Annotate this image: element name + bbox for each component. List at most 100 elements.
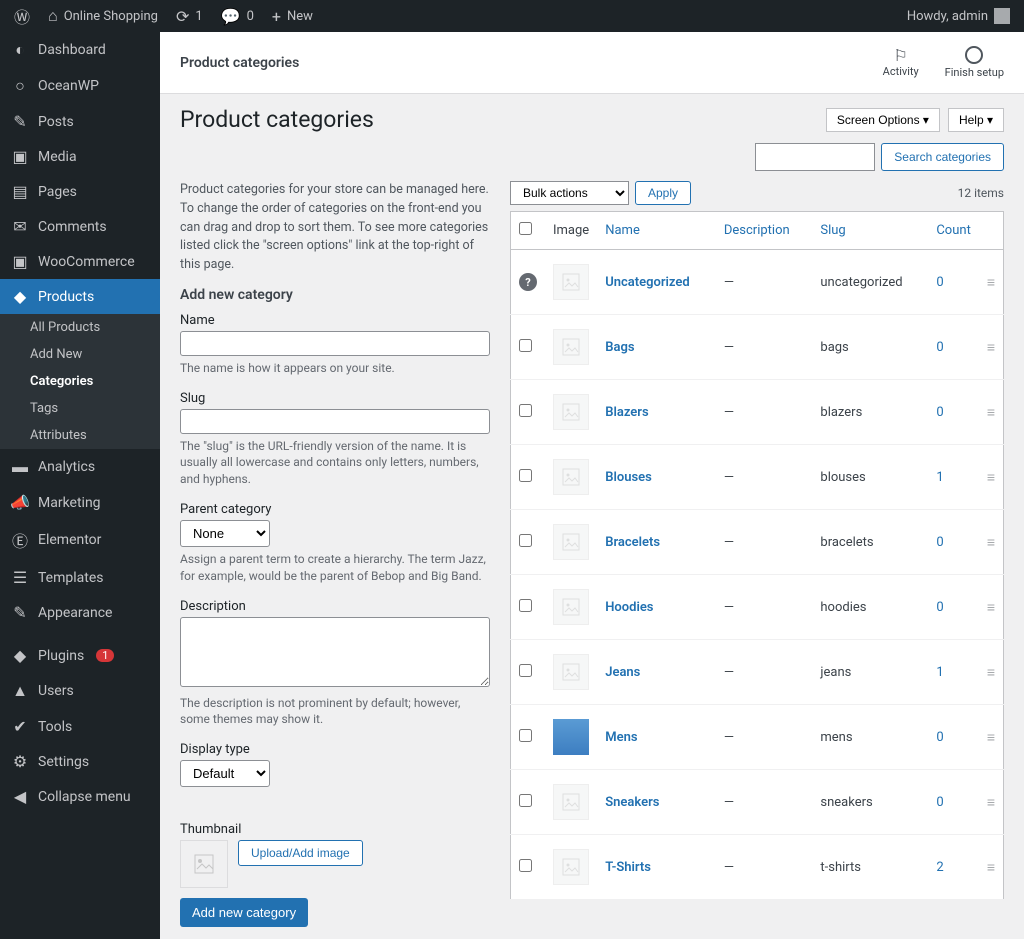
sidebar-item-tools[interactable]: ✔Tools [0, 709, 160, 744]
drag-handle-icon[interactable]: ≡ [987, 275, 995, 291]
sidebar-item-oceanwp[interactable]: ○OceanWP [0, 68, 160, 104]
drag-handle-icon[interactable]: ≡ [987, 795, 995, 811]
th-slug[interactable]: Slug [820, 223, 845, 238]
th-count[interactable]: Count [936, 223, 970, 238]
sidebar-item-collapse-menu[interactable]: ◀Collapse menu [0, 779, 160, 814]
bulk-actions-select[interactable]: Bulk actions [510, 181, 629, 205]
table-row: ?Uncategorized—uncategorized0≡ [511, 250, 1004, 315]
sidebar-item-products[interactable]: ◆Products [0, 279, 160, 314]
category-name-link[interactable]: T-Shirts [605, 860, 651, 875]
drag-handle-icon[interactable]: ≡ [987, 470, 995, 486]
slug-input[interactable] [180, 409, 490, 434]
row-checkbox[interactable] [519, 729, 532, 742]
category-name-link[interactable]: Mens [605, 730, 637, 745]
wp-logo[interactable]: Ⓦ [6, 0, 38, 32]
site-link[interactable]: ⌂Online Shopping [40, 0, 166, 32]
sidebar-item-posts[interactable]: ✎Posts [0, 104, 160, 139]
plus-icon: + [272, 7, 281, 26]
row-checkbox[interactable] [519, 794, 532, 807]
sidebar-item-dashboard[interactable]: ◐Dashboard [0, 32, 160, 68]
category-count-link[interactable]: 2 [936, 860, 943, 875]
menu-label: Products [38, 289, 94, 305]
category-name-link[interactable]: Hoodies [605, 600, 653, 615]
drag-handle-icon[interactable]: ≡ [987, 665, 995, 681]
select-all-checkbox[interactable] [519, 222, 532, 235]
category-name-link[interactable]: Sneakers [605, 795, 659, 810]
category-count-link[interactable]: 0 [936, 535, 943, 550]
upload-image-button[interactable]: Upload/Add image [238, 840, 363, 866]
add-category-button[interactable]: Add new category [180, 898, 308, 927]
sidebar-item-woocommerce[interactable]: ▣WooCommerce [0, 244, 160, 279]
category-name-link[interactable]: Bracelets [605, 535, 660, 550]
category-name-link[interactable]: Uncategorized [605, 275, 690, 290]
apply-button[interactable]: Apply [635, 181, 691, 205]
display-type-select[interactable]: Default [180, 760, 270, 787]
category-count-link[interactable]: 1 [936, 665, 943, 680]
sidebar-item-analytics[interactable]: ▬Analytics [0, 449, 160, 485]
table-row: Bracelets—bracelets0≡ [511, 510, 1004, 575]
drag-handle-icon[interactable]: ≡ [987, 405, 995, 421]
search-input[interactable] [755, 143, 875, 171]
submenu-attributes[interactable]: Attributes [0, 422, 160, 449]
sidebar-item-comments[interactable]: ✉Comments [0, 209, 160, 244]
table-row: Mens—mens0≡ [511, 705, 1004, 770]
row-checkbox[interactable] [519, 339, 532, 352]
drag-handle-icon[interactable]: ≡ [987, 340, 995, 356]
sidebar-item-plugins[interactable]: ◆Plugins1 [0, 638, 160, 673]
menu-icon: ◀ [10, 787, 30, 806]
category-count-link[interactable]: 0 [936, 340, 943, 355]
howdy-link[interactable]: Howdy, admin [899, 0, 1018, 32]
row-checkbox[interactable] [519, 599, 532, 612]
description-input[interactable] [180, 617, 490, 687]
sidebar-item-users[interactable]: ▲Users [0, 673, 160, 709]
search-button[interactable]: Search categories [881, 143, 1004, 171]
sidebar-item-marketing[interactable]: 📣Marketing [0, 485, 160, 520]
sidebar-item-media[interactable]: ▣Media [0, 139, 160, 174]
drag-handle-icon[interactable]: ≡ [987, 730, 995, 746]
row-checkbox[interactable] [519, 404, 532, 417]
drag-handle-icon[interactable]: ≡ [987, 860, 995, 876]
th-description[interactable]: Description [724, 223, 790, 238]
row-checkbox[interactable] [519, 534, 532, 547]
submenu-categories[interactable]: Categories [0, 368, 160, 395]
submenu-tags[interactable]: Tags [0, 395, 160, 422]
drag-handle-icon[interactable]: ≡ [987, 535, 995, 551]
menu-label: WooCommerce [38, 254, 135, 270]
thumbnail-placeholder [180, 840, 228, 888]
comments-link[interactable]: 💬0 [213, 0, 262, 32]
category-name-link[interactable]: Blouses [605, 470, 652, 485]
sidebar-item-settings[interactable]: ⚙Settings [0, 744, 160, 779]
updates-link[interactable]: ⟳1 [168, 0, 211, 32]
th-name[interactable]: Name [605, 223, 640, 238]
parent-select[interactable]: None [180, 520, 270, 547]
category-count-link[interactable]: 0 [936, 275, 943, 290]
name-input[interactable] [180, 331, 490, 356]
row-checkbox[interactable] [519, 469, 532, 482]
category-count-link[interactable]: 0 [936, 405, 943, 420]
category-count-link[interactable]: 0 [936, 600, 943, 615]
finish-setup-button[interactable]: Finish setup [945, 46, 1004, 79]
category-count-link[interactable]: 0 [936, 730, 943, 745]
category-name-link[interactable]: Bags [605, 340, 634, 355]
category-name-link[interactable]: Jeans [605, 665, 640, 680]
row-checkbox[interactable] [519, 664, 532, 677]
help-button[interactable]: Help ▾ [948, 108, 1004, 132]
menu-icon: ◐ [10, 40, 30, 60]
drag-handle-icon[interactable]: ≡ [987, 600, 995, 616]
screen-options-button[interactable]: Screen Options ▾ [826, 108, 940, 132]
activity-button[interactable]: ⚐ Activity [883, 46, 919, 79]
category-slug: hoodies [812, 575, 928, 640]
submenu-all-products[interactable]: All Products [0, 314, 160, 341]
sidebar-item-elementor[interactable]: ⒺElementor [0, 520, 160, 560]
sidebar-item-appearance[interactable]: ✎Appearance [0, 595, 160, 630]
sidebar-item-templates[interactable]: ☰Templates [0, 560, 160, 595]
sidebar-item-pages[interactable]: ▤Pages [0, 174, 160, 209]
submenu-add-new[interactable]: Add New [0, 341, 160, 368]
new-link[interactable]: +New [264, 0, 321, 32]
category-count-link[interactable]: 0 [936, 795, 943, 810]
category-slug: blazers [812, 380, 928, 445]
row-checkbox[interactable] [519, 859, 532, 872]
category-slug: mens [812, 705, 928, 770]
category-name-link[interactable]: Blazers [605, 405, 648, 420]
category-count-link[interactable]: 1 [936, 470, 943, 485]
